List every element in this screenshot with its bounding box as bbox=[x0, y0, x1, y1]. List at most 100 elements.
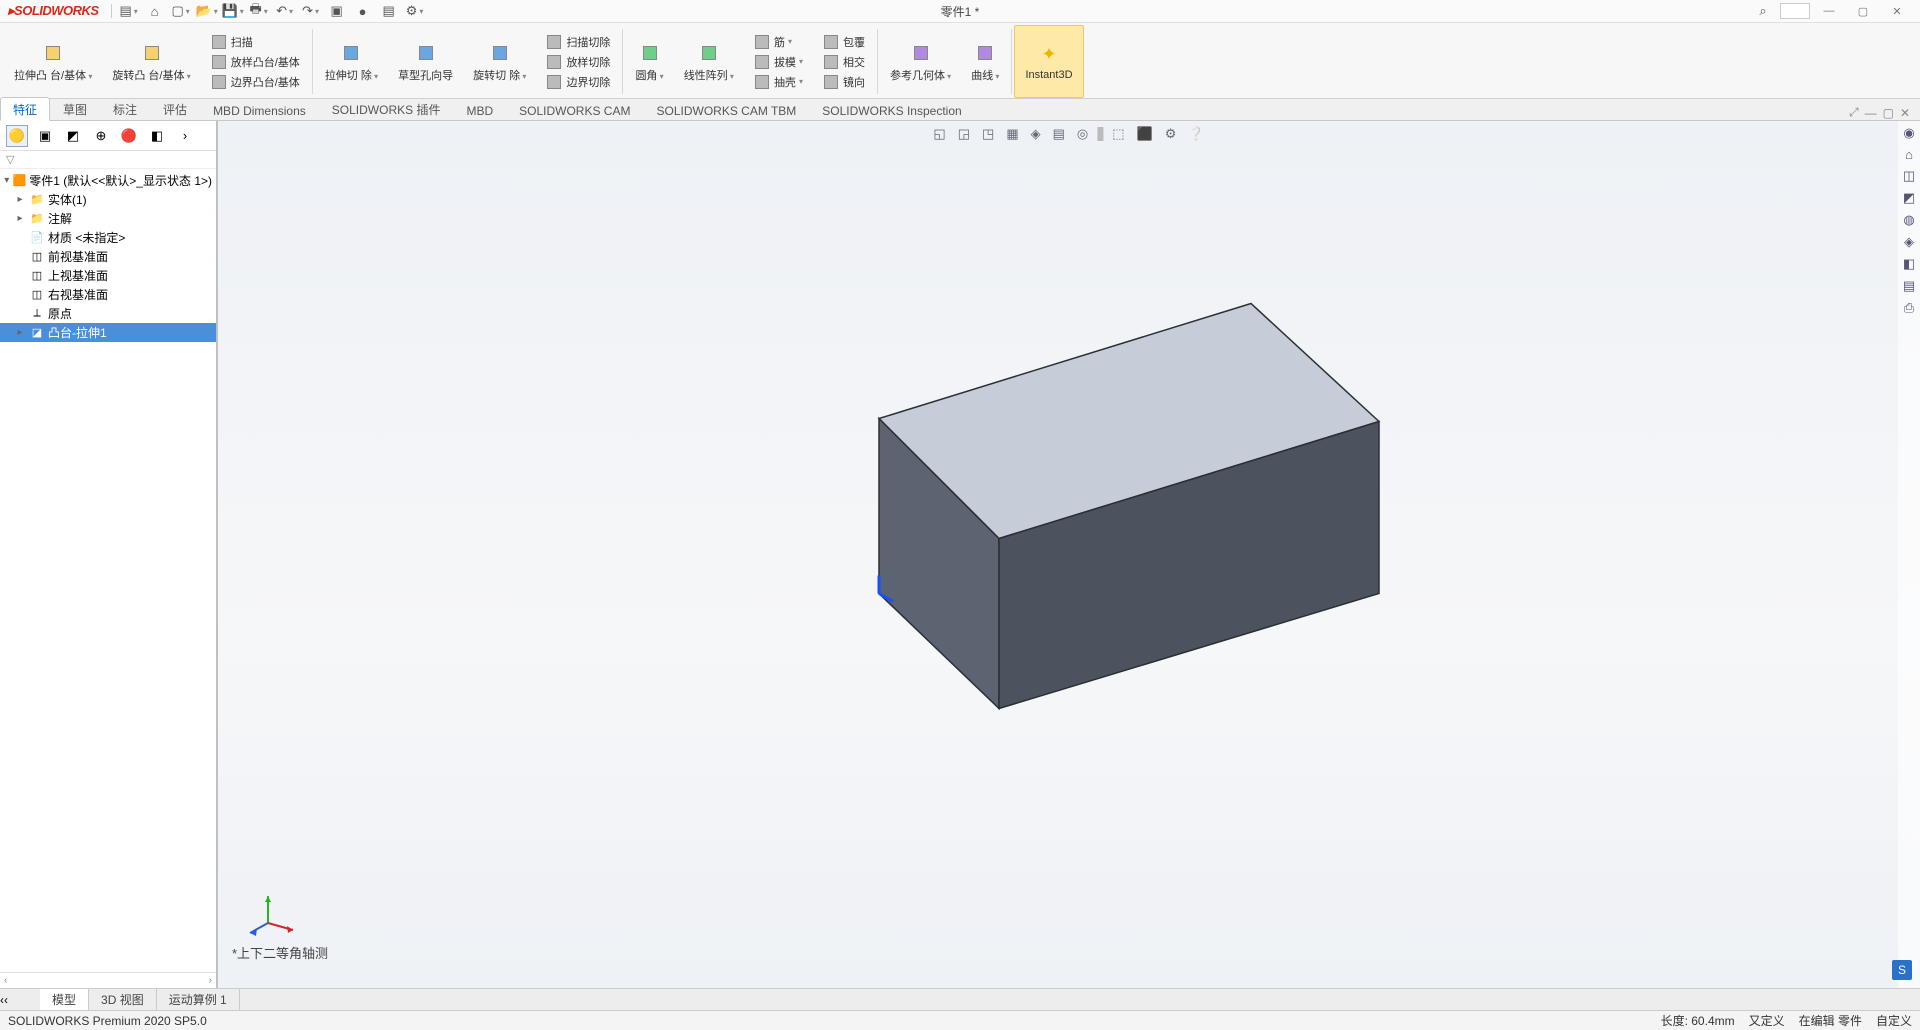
boundary-cut-button[interactable]: 边界切除 bbox=[542, 73, 614, 91]
revolve-boss-button[interactable]: 旋转凸 台/基体 bbox=[108, 39, 194, 85]
hud-help-icon[interactable]: ❔ bbox=[1185, 125, 1207, 143]
tab-cam-tbm[interactable]: SOLIDWORKS CAM TBM bbox=[643, 100, 809, 121]
maximize-icon[interactable]: ▢ bbox=[1848, 3, 1878, 19]
taskpane-file-explorer-icon[interactable]: ◫ bbox=[1903, 168, 1915, 184]
taskpane-print-icon[interactable]: ⎙ bbox=[1904, 300, 1914, 316]
boundary-boss-button[interactable]: 边界凸台/基体 bbox=[207, 73, 304, 91]
sweep-cut-button[interactable]: 扫描切除 bbox=[542, 33, 614, 51]
options-icon[interactable]: ▤ bbox=[380, 2, 398, 20]
search-icon[interactable]: ⌕ bbox=[1754, 2, 1772, 20]
tree-more-icon[interactable]: › bbox=[174, 125, 196, 147]
loft-boss-button[interactable]: 放样凸台/基体 bbox=[207, 53, 304, 71]
file-menu-icon[interactable]: ▤ bbox=[120, 2, 138, 20]
hud-apply-scene-icon[interactable]: ⬛ bbox=[1134, 125, 1156, 143]
dock-close-icon[interactable]: ✕ bbox=[1900, 106, 1910, 120]
select-icon[interactable]: ▣ bbox=[328, 2, 346, 20]
save-icon[interactable]: 💾 bbox=[224, 2, 242, 20]
tab-cam[interactable]: SOLIDWORKS CAM bbox=[506, 100, 643, 121]
tree-filter-icon[interactable]: ▽ bbox=[0, 151, 216, 169]
mirror-button[interactable]: 镜向 bbox=[819, 73, 869, 91]
curves-button[interactable]: 曲线 bbox=[967, 39, 1003, 85]
rib-button[interactable]: 筋 bbox=[750, 33, 807, 51]
tab-mbd-dim[interactable]: MBD Dimensions bbox=[200, 100, 319, 121]
search-input[interactable] bbox=[1780, 3, 1810, 19]
cam-tree-tab-icon[interactable]: ◧ bbox=[146, 125, 168, 147]
tab-mbd[interactable]: MBD bbox=[453, 100, 506, 121]
tree-item-annotations[interactable]: ▸📁注解 bbox=[0, 209, 216, 228]
shell-button[interactable]: 抽壳 bbox=[750, 73, 807, 91]
new-icon[interactable]: ▢ bbox=[172, 2, 190, 20]
property-manager-tab-icon[interactable]: ▣ bbox=[34, 125, 56, 147]
hud-zoom-area-icon[interactable]: ◲ bbox=[955, 125, 973, 143]
instant3d-button[interactable]: ✦Instant3D bbox=[1021, 41, 1076, 83]
tree-item-front-plane[interactable]: ◫前视基准面 bbox=[0, 247, 216, 266]
dock-expand-icon[interactable]: ⤢ bbox=[1849, 105, 1859, 120]
taskpane-design-library-icon[interactable]: ⌂ bbox=[1905, 147, 1913, 162]
minimize-icon[interactable]: — bbox=[1814, 3, 1844, 19]
linear-pattern-button[interactable]: 线性阵列 bbox=[680, 39, 738, 85]
tab-annotate[interactable]: 标注 bbox=[100, 97, 150, 121]
extrude-cut-button[interactable]: 拉伸切 除 bbox=[321, 39, 382, 85]
hud-zoom-fit-icon[interactable]: ◱ bbox=[930, 125, 948, 143]
close-icon[interactable]: ✕ bbox=[1882, 3, 1912, 19]
orientation-triad[interactable] bbox=[248, 888, 298, 938]
tab-addins[interactable]: SOLIDWORKS 插件 bbox=[319, 97, 454, 121]
solidworks-corner-icon[interactable]: S bbox=[1892, 960, 1912, 980]
fillet-button[interactable]: 圆角 bbox=[631, 39, 667, 85]
taskpane-appearances-icon[interactable]: ◍ bbox=[1903, 212, 1914, 228]
bottom-tab-scroll-left[interactable]: ‹‹ bbox=[0, 993, 40, 1007]
tree-item-top-plane[interactable]: ◫上视基准面 bbox=[0, 266, 216, 285]
status-custom2[interactable]: 自定义 bbox=[1876, 1012, 1912, 1029]
hud-display-style-icon[interactable]: ▤ bbox=[1050, 125, 1068, 143]
reference-geom-button[interactable]: 参考几何体 bbox=[886, 39, 955, 85]
taskpane-custom-props-icon[interactable]: ◈ bbox=[1904, 234, 1914, 250]
tab-motion-study[interactable]: 运动算例 1 bbox=[157, 989, 240, 1010]
tree-root[interactable]: ▾🟧零件1 (默认<<默认>_显示状态 1>) bbox=[0, 171, 216, 190]
model-body[interactable] bbox=[744, 294, 1394, 729]
feature-manager-tab-icon[interactable]: 🟡 bbox=[6, 125, 28, 147]
dock-min-icon[interactable]: — bbox=[1865, 106, 1877, 120]
sweep-button[interactable]: 扫描 bbox=[207, 33, 304, 51]
tab-3d-views[interactable]: 3D 视图 bbox=[89, 989, 157, 1010]
graphics-viewport[interactable]: ◱ ◲ ◳ ▦ ◈ ▤ ◎ ⬚ ⬛ ⚙ ❔ bbox=[218, 121, 1920, 988]
home-icon[interactable]: ⌂ bbox=[146, 2, 164, 20]
extrude-boss-button[interactable]: 拉伸凸 台/基体 bbox=[10, 39, 96, 85]
loft-cut-button[interactable]: 放样切除 bbox=[542, 53, 614, 71]
display-manager-tab-icon[interactable]: 🔴 bbox=[118, 125, 140, 147]
hud-view-orientation-icon[interactable]: ◈ bbox=[1028, 125, 1044, 143]
tab-evaluate[interactable]: 评估 bbox=[150, 97, 200, 121]
tree-item-boss-extrude1[interactable]: ▸◪凸台-拉伸1 bbox=[0, 323, 216, 342]
dock-restore-icon[interactable]: ▢ bbox=[1883, 106, 1894, 120]
draft-button[interactable]: 拔模 bbox=[750, 53, 807, 71]
print-icon[interactable]: 🖶 bbox=[250, 2, 268, 20]
tree-item-origin[interactable]: ⟂原点 bbox=[0, 304, 216, 323]
hud-prev-view-icon[interactable]: ◳ bbox=[979, 125, 997, 143]
intersect-button[interactable]: 相交 bbox=[819, 53, 869, 71]
hud-section-view-icon[interactable]: ▦ bbox=[1003, 125, 1021, 143]
tab-features[interactable]: 特征 bbox=[0, 97, 50, 121]
redo-icon[interactable]: ↷ bbox=[302, 2, 320, 20]
hud-hide-show-icon[interactable]: ◎ bbox=[1074, 125, 1091, 143]
dimxpert-tab-icon[interactable]: ⊕ bbox=[90, 125, 112, 147]
open-icon[interactable]: 📂 bbox=[198, 2, 216, 20]
config-manager-tab-icon[interactable]: ◩ bbox=[62, 125, 84, 147]
tree-horizontal-scrollbar[interactable]: ‹› bbox=[0, 972, 216, 988]
tree-item-material[interactable]: 📄材质 <未指定> bbox=[0, 228, 216, 247]
feature-tree[interactable]: ▾🟧零件1 (默认<<默认>_显示状态 1>) ▸📁实体(1) ▸📁注解 📄材质… bbox=[0, 169, 216, 972]
hud-view-settings-icon[interactable]: ⚙ bbox=[1162, 125, 1180, 143]
taskpane-view-palette-icon[interactable]: ◩ bbox=[1903, 190, 1915, 206]
hud-edit-appearance-icon[interactable]: ⬚ bbox=[1109, 125, 1127, 143]
tab-model[interactable]: 模型 bbox=[40, 989, 89, 1010]
taskpane-cam-icon[interactable]: ▤ bbox=[1903, 278, 1915, 294]
rebuild-icon[interactable]: ● bbox=[354, 2, 372, 20]
tab-sketch[interactable]: 草图 bbox=[50, 97, 100, 121]
hole-wizard-button[interactable]: 草型孔向导 bbox=[394, 39, 457, 85]
tab-inspection[interactable]: SOLIDWORKS Inspection bbox=[809, 100, 974, 121]
taskpane-resources-icon[interactable]: ◉ bbox=[1903, 125, 1914, 141]
taskpane-forum-icon[interactable]: ◧ bbox=[1903, 256, 1915, 272]
undo-icon[interactable]: ↶ bbox=[276, 2, 294, 20]
tree-item-right-plane[interactable]: ◫右视基准面 bbox=[0, 285, 216, 304]
tree-item-solid-bodies[interactable]: ▸📁实体(1) bbox=[0, 190, 216, 209]
wrap-button[interactable]: 包覆 bbox=[819, 33, 869, 51]
revolve-cut-button[interactable]: 旋转切 除 bbox=[469, 39, 530, 85]
